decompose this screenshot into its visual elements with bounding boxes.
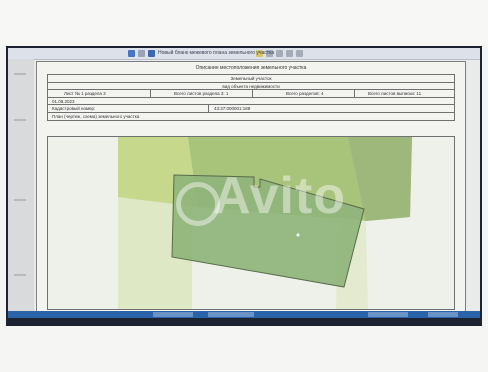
cell-divider [150,90,151,97]
cell-divider [354,90,355,97]
parcel-point [296,233,300,237]
taskbar-item[interactable] [153,312,193,317]
header-row-plan: План (чертеж, схема) земельного участка [47,112,455,121]
sections-count: Всего разделов: 4 [286,91,324,96]
taskbar-item[interactable] [368,312,408,317]
cell-divider [252,90,253,97]
toolbar-icon-grey-3[interactable] [276,50,283,57]
side-panel-mark [14,199,26,201]
window-title: Новый бланк межевого плана земельного уч… [158,50,275,56]
side-panel [8,59,34,311]
statement-sheets-total: Всего листов выписки: 11 [368,91,422,96]
toolbar-icon-grey-4[interactable] [286,50,293,57]
window-toolbar: Новый бланк межевого плана земельного уч… [8,48,480,60]
taskbar-item[interactable] [208,312,254,317]
taskbar-item[interactable] [428,312,458,317]
side-panel-mark [14,73,26,75]
photo-top-margin [0,0,488,46]
toolbar-icon-blue-2[interactable] [148,50,155,57]
cell-divider [208,105,209,112]
monitor-screen: Новый бланк межевого плана земельного уч… [8,48,480,318]
watermark-text: Avito [213,167,347,225]
plan-label: План (чертеж, схема) земельного участка [52,114,140,119]
photo-bottom-margin [0,326,488,372]
object-label: Земельный участок [230,76,272,81]
toolbar-icon-blue[interactable] [128,50,135,57]
cadastral-number-value: 43:37:000001:189 [214,106,251,111]
section-sheets-total: Всего листов раздела 3: 1 [174,91,229,96]
toolbar-icon-grey-5[interactable] [296,50,303,57]
side-panel-mark [14,274,26,276]
side-panel-mark [14,119,26,121]
document-title: Описание местоположения земельного участ… [195,65,307,71]
cadastral-number-label: Кадастровый номер: [52,106,96,111]
sheet-number: Лист № 1 раздела 3 [64,91,106,96]
toolbar-icon-grey[interactable] [138,50,145,57]
taskbar [8,311,480,318]
